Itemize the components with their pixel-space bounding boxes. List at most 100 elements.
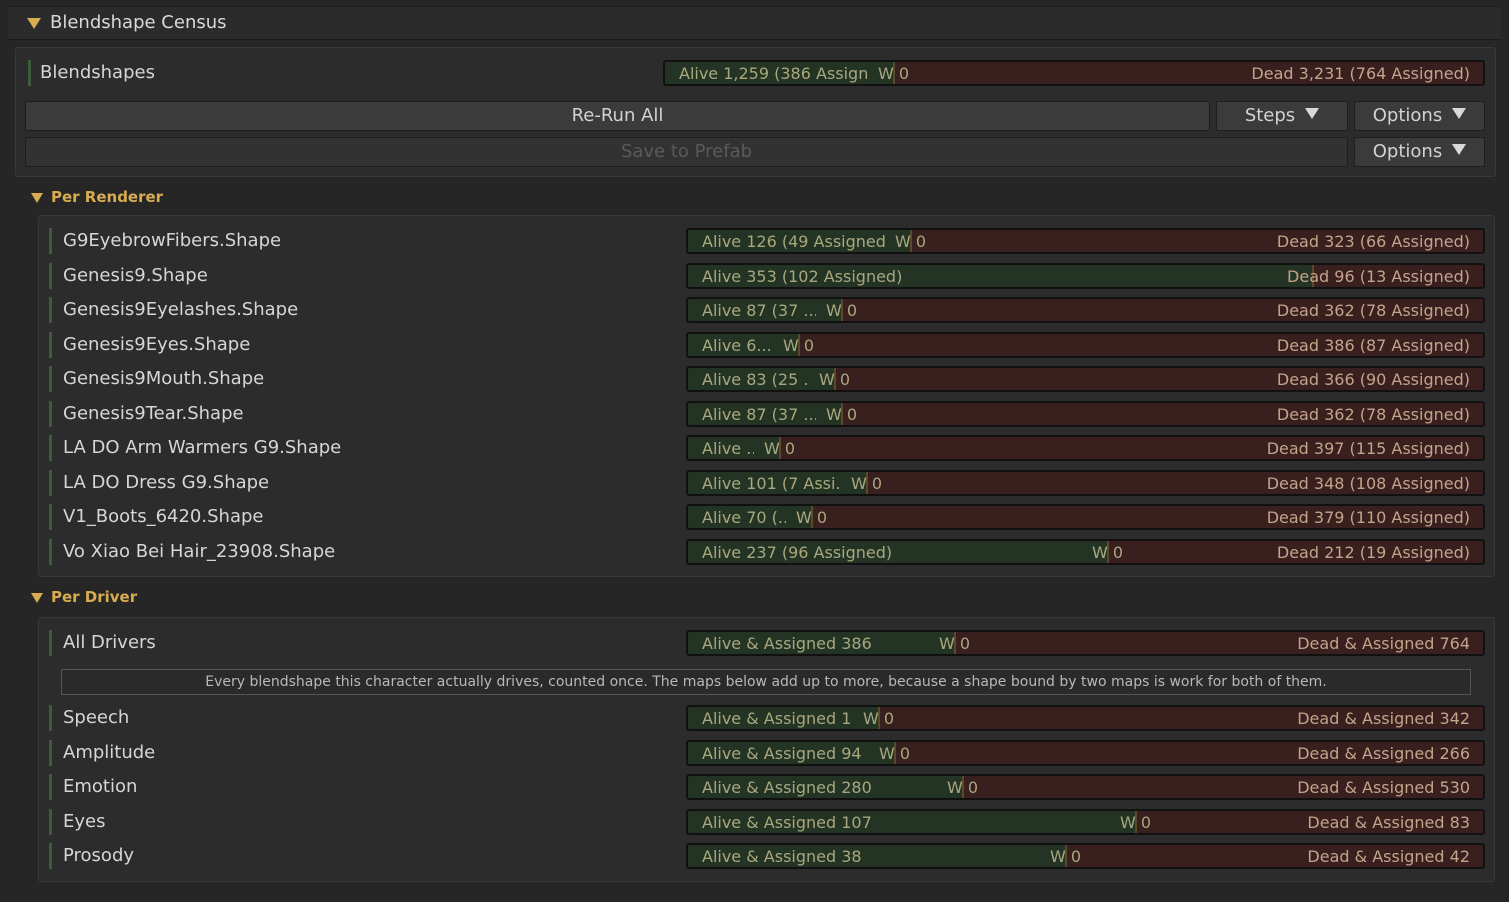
weight-count: W 0 [796,508,828,527]
alive-count: Alive 83 (25 ... [702,370,809,389]
all-drivers-label: All Drivers [63,632,156,653]
dead-count: Dead 362 (78 Assigned) [1276,301,1470,320]
row-label: Emotion [63,776,138,797]
census-bar: Alive 126 (49 Assigned) W 0 Dead 323 (66 A… [686,228,1485,254]
row-label: LA DO Arm Warmers G9.Shape [63,437,342,458]
row-label: Genesis9.Shape [63,265,208,286]
steps-label: Steps [1244,105,1296,126]
save-to-prefab-button[interactable]: Save to Prefab [25,137,1348,167]
chevron-down-icon [1452,144,1467,155]
dead-count: Dead & Assigned 342 [1297,709,1470,728]
alive-count: Alive 126 (49 Assigned) [702,232,885,251]
blendshape-census-header[interactable]: Blendshape Census [8,6,1501,40]
dead-count: Dead 397 (115 Assigned) [1266,439,1470,458]
options-label: Options [1372,105,1443,126]
dead-count: Dead 96 (13 Assigned) [1287,267,1470,286]
per-renderer-collapse-icon[interactable] [31,193,43,203]
alive-count: Alive 101 (7 Assi... [702,474,841,493]
weight-count: W 0 [826,301,858,320]
row-marker [49,539,52,565]
census-bar: Alive 353 (102 Assigned) Dead 96 (13 Assi… [686,263,1485,289]
per-driver-header[interactable]: Per Driver [51,588,137,606]
steps-dropdown[interactable]: Steps [1216,101,1348,131]
rerun-all-button[interactable]: Re-Run All [25,101,1210,131]
row-marker [28,60,31,86]
options-dropdown-save[interactable]: Options [1354,137,1485,167]
alive-count: Alive & Assigned 107 [702,813,872,832]
all-drivers-bar: Alive & Assigned 386 W 0 Dead & Assigned… [686,630,1485,656]
census-bar: Alive 87 (37 ... W 0 Dead 362 (78 Assigned… [686,401,1485,427]
per-renderer-header[interactable]: Per Renderer [51,188,163,206]
row-label: Vo Xiao Bei Hair_23908.Shape [63,541,336,562]
row-label: Genesis9Mouth.Shape [63,368,265,389]
alive-count: Alive ... [702,439,754,458]
census-bar: Alive 237 (96 Assigned) W 0 Dead 212 (19 A… [686,539,1485,565]
dead-count: Dead 366 (90 Assigned) [1276,370,1470,389]
per-driver-collapse-icon[interactable] [31,593,43,603]
row-marker [49,843,52,869]
census-bar: Alive ... W 0 Dead 397 (115 Assigned) [686,435,1485,461]
census-bar: Alive 70 (... W 0 Dead 379 (110 Assigned) [686,504,1485,530]
row-marker [49,504,52,530]
dead-count: Dead 386 (87 Assigned) [1276,336,1470,355]
alive-count: Alive 87 (37 ... [702,405,816,424]
blendshapes-label: Blendshapes [40,62,155,83]
chevron-down-icon [1452,108,1467,119]
weight-count: W 0 [764,439,796,458]
census-bar: Alive & Assigned 107 W 0 Dead & Assigned 8… [686,809,1485,835]
row-label: Prosody [63,845,135,866]
row-marker [49,366,52,392]
weight-count: W 0 [826,405,858,424]
options-dropdown-rerun[interactable]: Options [1354,101,1485,131]
weight-count: W 0 [819,370,851,389]
row-marker [49,630,52,656]
row-label: Genesis9Eyelashes.Shape [63,299,299,320]
weight-count: W 0 [783,336,815,355]
dead-count: Dead & Assigned 42 [1307,847,1470,866]
row-label: Genesis9Eyes.Shape [63,334,251,355]
dead-count: Dead 323 (66 Assigned) [1276,232,1470,251]
dead-count: Dead & Assigned 83 [1307,813,1470,832]
weight-count: W 0 [863,709,895,728]
drivers-info-note: Every blendshape this character actually… [61,669,1471,695]
alive-count: Alive 353 (102 Assigned) [702,267,903,286]
weight-count: W 0 [878,64,910,83]
weight-count: W 0 [947,778,979,797]
weight-count: W 0 [895,232,927,251]
weight-count: W 0 [851,474,883,493]
rerun-all-label: Re-Run All [571,105,664,126]
row-marker [49,297,52,323]
alive-count: Alive 237 (96 Assigned) [702,543,893,562]
alive-count: Alive & Assigned 38 [702,847,862,866]
row-marker [49,401,52,427]
census-bar: Alive 101 (7 Assi... W 0 Dead 348 (108 Ass… [686,470,1485,496]
row-label: G9EyebrowFibers.Shape [63,230,282,251]
alive-count: Alive & Assigned 280 [702,778,872,797]
row-marker [49,263,52,289]
dead-count: Dead 348 (108 Assigned) [1266,474,1470,493]
census-bar: Alive & Assigned 94 W 0 Dead & Assigned 26… [686,740,1485,766]
row-label: Amplitude [63,742,156,763]
census-bar: Alive 6... W 0 Dead 386 (87 Assigned) [686,332,1485,358]
weight-count: W 0 [939,634,971,653]
row-marker [49,774,52,800]
dead-count: Dead & Assigned 764 [1297,634,1470,653]
alive-count: Alive 6... [702,336,772,355]
dead-count: Dead 3,231 (764 Assigned) [1251,64,1470,83]
census-bar: Alive 87 (37 ... W 0 Dead 362 (78 Assigned… [686,297,1485,323]
collapse-triangle-icon[interactable] [27,18,41,29]
blendshapes-census-bar: Alive 1,259 (386 Assign... W 0 Dead 3,23… [663,60,1485,86]
alive-count: Alive 70 (... [702,508,786,527]
dead-count: Dead 212 (19 Assigned) [1276,543,1470,562]
row-marker [49,435,52,461]
options-label: Options [1372,141,1443,162]
dead-count: Dead 362 (78 Assigned) [1276,405,1470,424]
alive-count: Alive 87 (37 ... [702,301,816,320]
weight-count: W 0 [1050,847,1082,866]
row-label: LA DO Dress G9.Shape [63,472,270,493]
weight-count: W 0 [879,744,911,763]
alive-count: Alive & Assigned 1... [702,709,853,728]
row-label: Genesis9Tear.Shape [63,403,244,424]
save-to-prefab-label: Save to Prefab [620,141,753,162]
census-bar: Alive 83 (25 ... W 0 Dead 366 (90 Assigned… [686,366,1485,392]
